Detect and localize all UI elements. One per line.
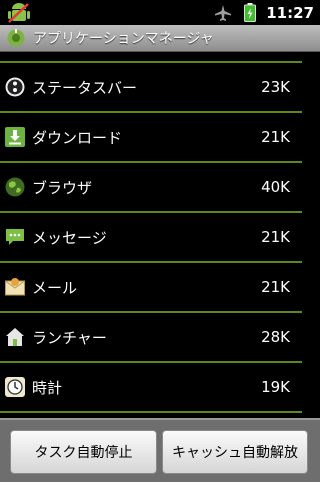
list-item-mail[interactable]: メール 21K — [0, 263, 320, 311]
page-title: アプリケーションマネージャ — [33, 31, 214, 47]
auto-stop-tasks-button[interactable]: タスク自動停止 — [10, 430, 157, 474]
android-notification-icon — [8, 3, 30, 23]
browser-globe-icon — [4, 176, 26, 198]
app-size: 21K — [261, 228, 290, 246]
list-divider — [0, 411, 302, 413]
auto-release-cache-button[interactable]: キャッシュ自動解放 — [162, 430, 308, 474]
statusbar-icon — [4, 76, 26, 98]
list-item-download[interactable]: ダウンロード 21K — [0, 113, 320, 161]
status-bar: 11:27 — [0, 0, 320, 25]
app-size: 28K — [261, 328, 290, 346]
app-manager-icon — [7, 29, 25, 47]
list-item-statusbar[interactable]: ステータスバー 23K — [0, 63, 320, 111]
app-size: 23K — [261, 78, 290, 96]
airplane-mode-icon — [215, 4, 232, 21]
list-item-browser[interactable]: ブラウザ 40K — [0, 163, 320, 211]
bottom-action-bar: タスク自動停止 キャッシュ自動解放 — [0, 418, 320, 482]
app-size: 21K — [261, 278, 290, 296]
clock-icon — [4, 376, 26, 398]
app-size: 21K — [261, 128, 290, 146]
title-bar: アプリケーションマネージャ — [0, 25, 320, 52]
message-icon — [4, 226, 26, 248]
app-list: ステータスバー 23K ダウンロード 21K ブラウザ 40K メッセージ 21… — [0, 53, 320, 413]
download-icon — [4, 126, 26, 148]
app-size: 19K — [261, 378, 290, 396]
list-item-clock[interactable]: 時計 19K — [0, 363, 320, 411]
app-size: 40K — [261, 178, 290, 196]
launcher-home-icon — [4, 326, 26, 348]
battery-icon — [244, 3, 257, 22]
list-item-launcher[interactable]: ランチャー 28K — [0, 313, 320, 361]
clock-time: 11:27 — [266, 3, 314, 22]
mail-icon — [4, 276, 26, 298]
list-item-message[interactable]: メッセージ 21K — [0, 213, 320, 261]
